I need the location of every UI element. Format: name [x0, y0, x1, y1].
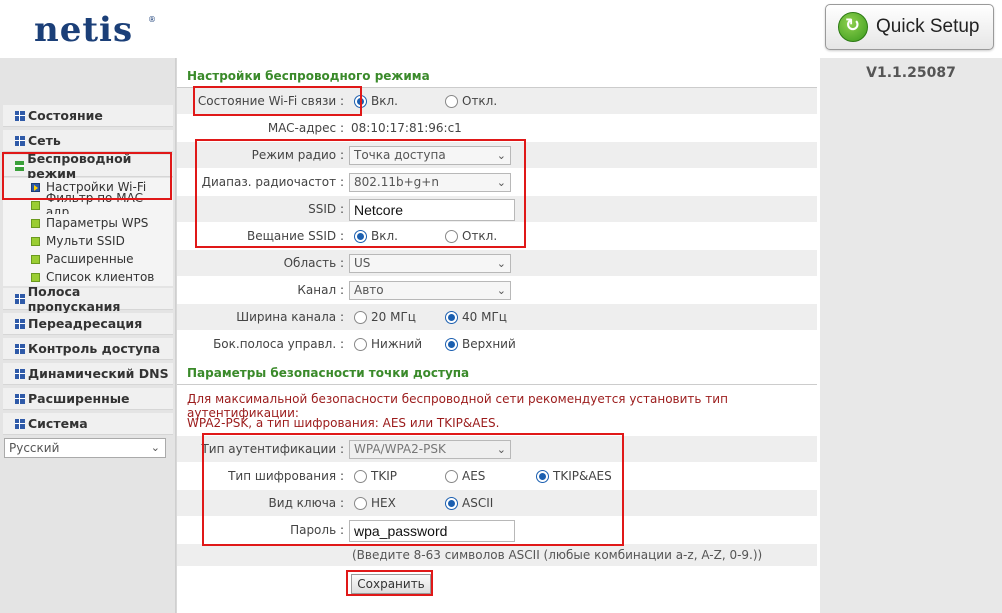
security-notice-line2: WPA2-PSK, а тип шифрования: AES или TKIP… [187, 416, 500, 430]
section-divider [177, 384, 817, 385]
refresh-icon [838, 12, 868, 42]
mac-row: MAC-адрес : 08:10:17:81:96:c1 [177, 115, 817, 141]
subitem-advanced[interactable]: Расширенные [3, 250, 173, 268]
subitem-multi-ssid[interactable]: Мульти SSID [3, 232, 173, 250]
plus-square-icon [15, 110, 25, 121]
plus-square-icon [15, 418, 25, 429]
header: netis ® Quick Setup [0, 0, 1002, 58]
plus-square-icon [15, 393, 25, 404]
subitem-label: Мульти SSID [46, 234, 125, 248]
width-40-radio[interactable]: 40 МГц [445, 310, 507, 324]
subitem-label: Список клиентов [46, 270, 155, 284]
region-label: Область : [283, 256, 344, 270]
language-value: Русский [9, 441, 60, 455]
highlight-save-button [346, 570, 433, 596]
sidebar-item-label: Сеть [28, 133, 61, 148]
sidebar-item-ddns[interactable]: Динамический DNS [3, 363, 173, 385]
chevron-down-icon: ⌄ [496, 257, 506, 270]
sidebar-item-label: Состояние [28, 108, 103, 123]
sideband-label: Бок.полоса управл. : [213, 337, 344, 351]
bullet-square-icon [31, 254, 40, 264]
sidebar-item-access-control[interactable]: Контроль доступа [3, 338, 173, 360]
netis-logo: netis [34, 10, 134, 50]
sidebar-item-label: Динамический DNS [28, 366, 169, 381]
highlight-sidebar-wireless [2, 152, 172, 200]
sideband-row: Бок.полоса управл. : Нижний Верхний [177, 331, 817, 357]
sideband-upper-radio[interactable]: Верхний [445, 337, 516, 351]
bullet-square-icon [31, 218, 40, 228]
sidebar-item-network[interactable]: Сеть [3, 130, 173, 152]
language-select[interactable]: Русский ⌄ [4, 438, 166, 458]
channel-row: Канал : Авто ⌄ [177, 277, 817, 303]
firmware-version: V1.1.25087 [866, 65, 956, 81]
sidebar-item-label: Полоса пропускания [27, 283, 121, 314]
wireless-section-title: Настройки беспроводного режима [187, 69, 430, 83]
bullet-square-icon [31, 272, 40, 282]
mac-value: 08:10:17:81:96:c1 [351, 121, 462, 135]
highlight-security-settings [202, 433, 624, 546]
plus-square-icon [15, 293, 25, 304]
sidebar-item-label: Расширенные [28, 391, 130, 406]
channel-width-row: Ширина канала : 20 МГц 40 МГц [177, 304, 817, 330]
sidebar: Состояние Сеть Беспроводной режим Настро… [0, 58, 176, 613]
plus-square-icon [15, 368, 25, 379]
chevron-down-icon: ⌄ [496, 284, 506, 297]
sidebar-item-forwarding[interactable]: Переадресация [3, 313, 173, 335]
region-select[interactable]: US ⌄ [349, 254, 511, 273]
channel-select[interactable]: Авто ⌄ [349, 281, 511, 300]
sidebar-item-advanced[interactable]: Расширенные [3, 388, 173, 410]
quick-setup-label: Quick Setup [876, 16, 980, 37]
chevron-down-icon: ⌄ [150, 441, 160, 454]
bullet-square-icon [31, 200, 40, 210]
mac-label: MAC-адрес : [267, 121, 344, 135]
registered-mark: ® [148, 15, 156, 24]
region-row: Область : US ⌄ [177, 250, 817, 276]
password-hint: (Введите 8-63 символов ASCII (любые комб… [352, 548, 763, 562]
channel-label: Канал : [297, 283, 344, 297]
sidebar-item-bandwidth[interactable]: Полоса пропускания [3, 284, 173, 314]
plus-square-icon [15, 318, 25, 329]
plus-square-icon [15, 343, 25, 354]
sidebar-item-system[interactable]: Система [3, 413, 173, 435]
subitem-label: Параметры WPS [46, 216, 149, 230]
right-panel: V1.1.25087 [820, 58, 1002, 613]
quick-setup-button[interactable]: Quick Setup [825, 4, 994, 50]
highlight-radio-settings [195, 139, 526, 248]
bullet-square-icon [31, 236, 40, 246]
plus-square-icon [15, 135, 25, 146]
security-section-title: Параметры безопасности точки доступа [187, 366, 470, 380]
wifi-off-radio[interactable]: Откл. [445, 94, 497, 108]
sidebar-item-label: Контроль доступа [28, 341, 161, 356]
channel-width-label: Ширина канала : [236, 310, 344, 324]
subitem-wps[interactable]: Параметры WPS [3, 214, 173, 232]
width-20-radio[interactable]: 20 МГц [354, 310, 416, 324]
sideband-lower-radio[interactable]: Нижний [354, 337, 422, 351]
sidebar-item-label: Система [28, 416, 88, 431]
sidebar-item-label: Переадресация [28, 316, 143, 331]
sidebar-item-status[interactable]: Состояние [3, 105, 173, 127]
subitem-label: Расширенные [46, 252, 134, 266]
hint-row: (Введите 8-63 символов ASCII (любые комб… [177, 544, 817, 566]
highlight-wifi-status [193, 86, 362, 116]
